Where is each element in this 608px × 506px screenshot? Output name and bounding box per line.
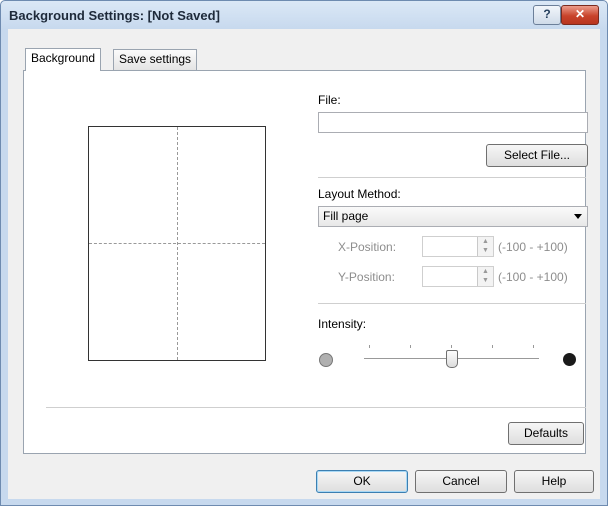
background-settings-window: Background Settings: [Not Saved] ? ✕ Bac… bbox=[0, 0, 608, 506]
intensity-slider[interactable] bbox=[364, 339, 539, 375]
x-position-spinner[interactable]: ▲ ▼ bbox=[477, 237, 493, 256]
spin-down-icon: ▼ bbox=[482, 247, 489, 254]
intensity-label: Intensity: bbox=[318, 317, 367, 331]
file-input[interactable] bbox=[318, 112, 588, 133]
light-intensity-icon bbox=[319, 353, 333, 367]
slider-thumb[interactable] bbox=[446, 350, 458, 368]
spin-up-icon: ▲ bbox=[482, 268, 489, 275]
slider-tick bbox=[533, 345, 534, 348]
ok-button[interactable]: OK bbox=[316, 470, 408, 493]
tab-save-settings[interactable]: Save settings bbox=[113, 49, 198, 70]
dark-intensity-icon bbox=[563, 353, 576, 366]
tab-background[interactable]: Background bbox=[25, 48, 102, 71]
layout-separator bbox=[318, 303, 586, 304]
chevron-down-icon bbox=[574, 214, 582, 219]
slider-tick bbox=[492, 345, 493, 348]
slider-tick bbox=[410, 345, 411, 348]
close-button[interactable]: ✕ bbox=[561, 5, 599, 25]
cancel-button[interactable]: Cancel bbox=[415, 470, 507, 493]
x-position-field[interactable]: ▲ ▼ bbox=[422, 236, 494, 257]
bottom-separator bbox=[46, 407, 586, 408]
dialog-client-area: Background Save settings File: Select Fi… bbox=[8, 29, 600, 499]
window-title: Background Settings: [Not Saved] bbox=[9, 8, 220, 23]
title-bar[interactable]: Background Settings: [Not Saved] ? ✕ bbox=[1, 1, 607, 29]
x-position-range: (-100 - +100) bbox=[498, 240, 568, 254]
layout-method-dropdown[interactable]: Fill page bbox=[318, 206, 588, 227]
layout-method-label: Layout Method: bbox=[318, 187, 401, 201]
tab-save-settings-label: Save settings bbox=[119, 52, 192, 66]
background-tab-panel: File: Select File... Layout Method: Fill… bbox=[23, 70, 588, 454]
help-title-button[interactable]: ? bbox=[533, 5, 561, 25]
spin-up-icon: ▲ bbox=[482, 238, 489, 245]
slider-tick bbox=[451, 345, 452, 348]
y-position-spinner[interactable]: ▲ ▼ bbox=[477, 267, 493, 286]
file-label: File: bbox=[318, 93, 341, 107]
preview-horizontal-guide bbox=[89, 243, 265, 244]
tab-background-label: Background bbox=[31, 51, 96, 65]
select-file-button[interactable]: Select File... bbox=[486, 144, 588, 167]
slider-tick bbox=[369, 345, 370, 348]
file-separator bbox=[318, 177, 586, 178]
defaults-button[interactable]: Defaults bbox=[508, 422, 584, 445]
layout-method-value: Fill page bbox=[323, 209, 369, 223]
y-position-field[interactable]: ▲ ▼ bbox=[422, 266, 494, 287]
y-position-range: (-100 - +100) bbox=[498, 270, 568, 284]
y-position-label: Y-Position: bbox=[338, 270, 395, 284]
help-button[interactable]: Help bbox=[514, 470, 594, 493]
spin-down-icon: ▼ bbox=[482, 277, 489, 284]
x-position-label: X-Position: bbox=[338, 240, 397, 254]
page-preview bbox=[88, 126, 266, 361]
